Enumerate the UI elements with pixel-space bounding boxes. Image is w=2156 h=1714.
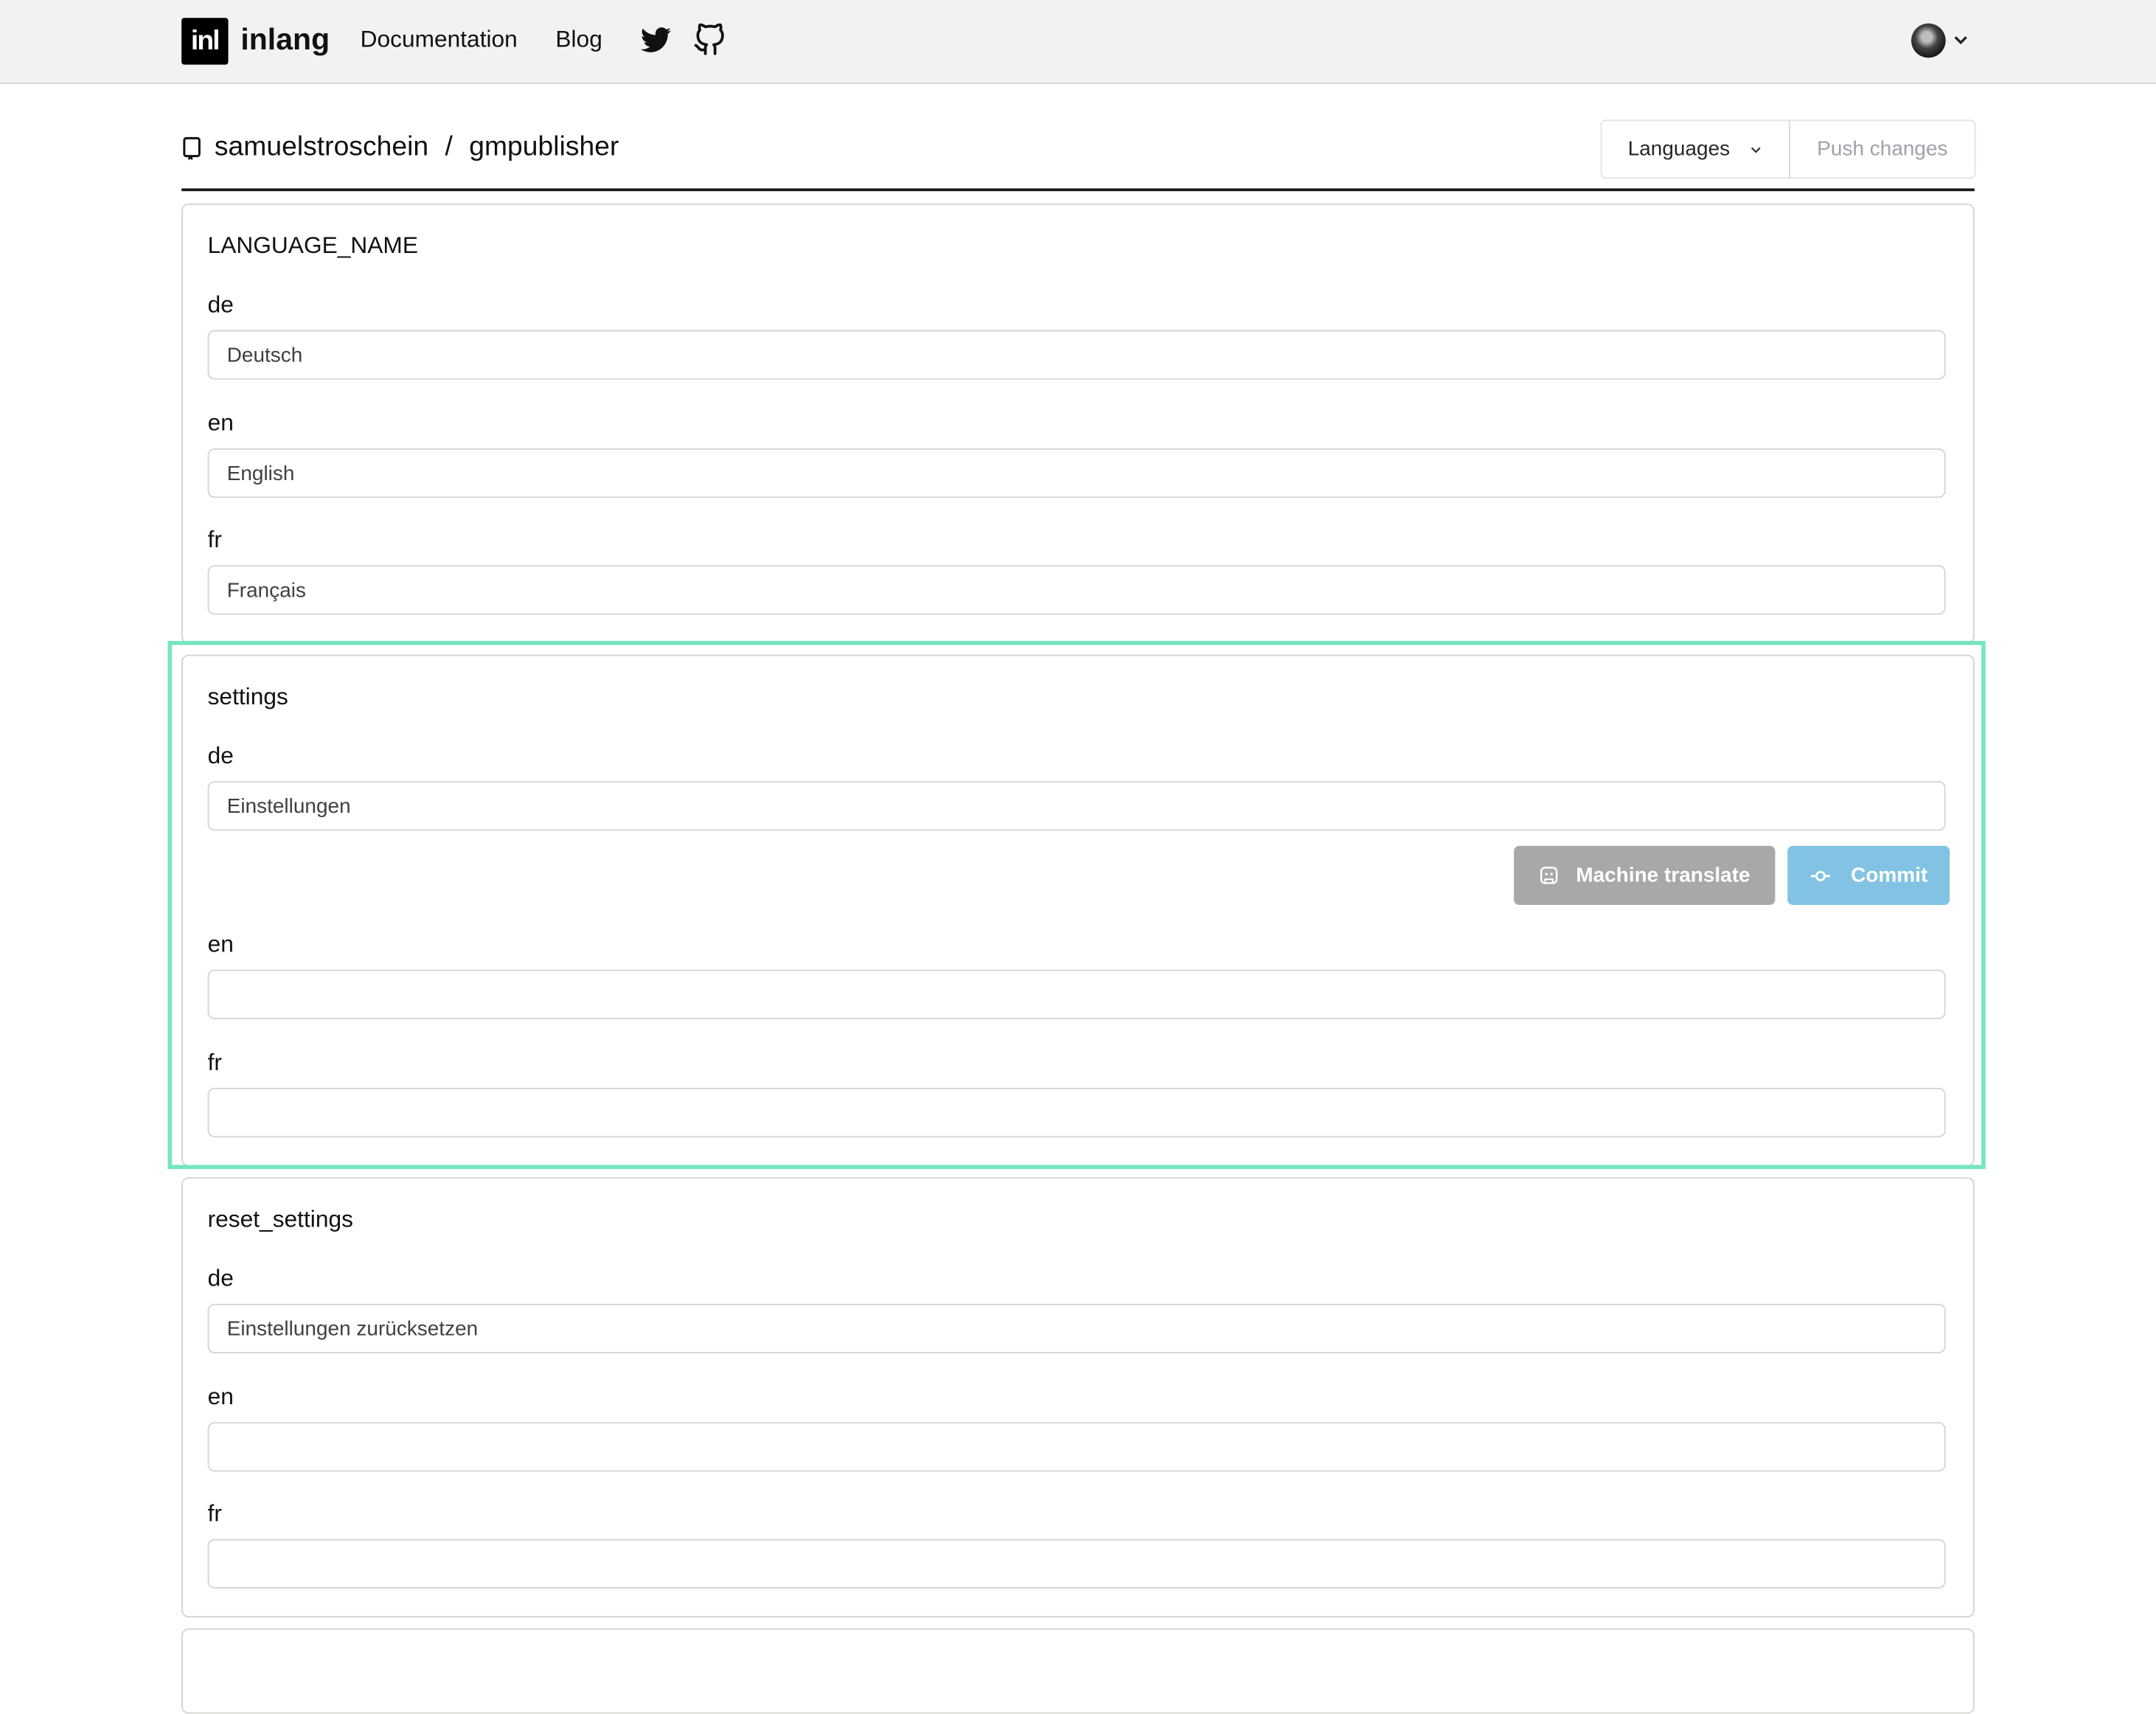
lang-label: en	[207, 931, 234, 957]
user-avatar[interactable]	[1911, 23, 1946, 58]
push-changes-button[interactable]: Push changes	[1790, 121, 1975, 177]
machine-translate-label: Machine translate	[1576, 864, 1750, 887]
repo-toolbar: Languages Push changes	[1600, 119, 1976, 179]
lang-label: en	[207, 1383, 234, 1410]
brand-name[interactable]: inlang	[240, 22, 330, 58]
nav-blog[interactable]: Blog	[555, 26, 602, 53]
top-nav: inl inlang Documentation Blog	[0, 0, 2156, 84]
translation-input-en[interactable]	[207, 448, 1946, 499]
lang-label: de	[207, 291, 234, 318]
message-card-highlighted: settings de Machine translate Commit en …	[181, 654, 1975, 1167]
lang-label: fr	[207, 527, 222, 553]
commit-label: Commit	[1851, 864, 1928, 887]
github-icon[interactable]	[693, 23, 726, 57]
breadcrumb-separator: /	[445, 132, 453, 163]
repo-name[interactable]: gmpublisher	[469, 132, 619, 164]
repo-icon	[181, 136, 204, 161]
divider	[181, 188, 1975, 192]
languages-dropdown[interactable]: Languages	[1602, 121, 1790, 178]
robot-icon	[1540, 867, 1558, 884]
chevron-down-icon[interactable]	[1951, 30, 1970, 49]
translation-input-fr[interactable]	[207, 565, 1946, 615]
translation-input-de[interactable]	[207, 1303, 1946, 1353]
message-card: reset_settings de en fr	[181, 1177, 1975, 1618]
repo-owner[interactable]: samuelstroschein	[215, 132, 428, 164]
lang-label: de	[207, 742, 234, 769]
chevron-down-icon	[1751, 146, 1761, 153]
inlang-logo[interactable]: inl	[181, 18, 229, 65]
nav-documentation[interactable]: Documentation	[361, 26, 518, 53]
lang-label: de	[207, 1265, 234, 1292]
message-id: LANGUAGE_NAME	[207, 232, 418, 259]
translation-input-fr[interactable]	[207, 1538, 1946, 1589]
lang-label: en	[207, 409, 234, 437]
machine-translate-button[interactable]: Machine translate	[1514, 845, 1776, 906]
lang-label: fr	[207, 1049, 222, 1076]
translation-input-de[interactable]	[207, 781, 1946, 831]
twitter-icon[interactable]	[639, 24, 672, 57]
lang-label: fr	[207, 1500, 222, 1527]
translation-input-fr[interactable]	[207, 1088, 1946, 1138]
app: inl inlang Documentation Blog samuelstro…	[0, 0, 2156, 1714]
translation-input-en[interactable]	[207, 1422, 1946, 1472]
message-id: settings	[207, 683, 288, 710]
message-card: LANGUAGE_NAME de en fr	[181, 203, 1975, 644]
languages-label: Languages	[1627, 137, 1731, 162]
translation-input-de[interactable]	[207, 330, 1946, 380]
repo-breadcrumb: samuelstroschein / gmpublisher	[181, 132, 619, 164]
message-card	[181, 1628, 1975, 1714]
translation-input-en[interactable]	[207, 969, 1946, 1019]
message-id: reset_settings	[207, 1206, 353, 1232]
git-commit-icon	[1811, 870, 1831, 881]
commit-button[interactable]: Commit	[1787, 845, 1950, 906]
